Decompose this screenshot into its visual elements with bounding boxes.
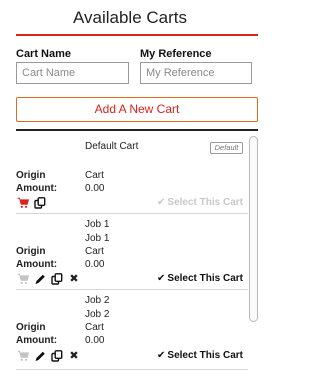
check-icon: ✔ xyxy=(157,350,166,361)
cart-divider xyxy=(16,369,248,370)
cart-actions xyxy=(17,197,46,209)
my-reference-label: My Reference xyxy=(140,48,212,60)
select-cart-label: Select This Cart xyxy=(167,273,243,284)
delete-icon[interactable]: ✖ xyxy=(68,350,80,362)
cart-actions: ✖ xyxy=(17,350,80,362)
cart-list[interactable]: Default Cart Default Origin Cart Amount:… xyxy=(16,131,248,377)
cart-name: Default Cart xyxy=(85,141,139,152)
cart-row-job-1: Job 1 Job 1 Origin Cart Amount: 0.00 ✖ ✔… xyxy=(16,214,248,290)
cart-row-job-2: Job 2 Job 2 Origin Cart Amount: 0.00 ✖ ✔… xyxy=(16,290,248,370)
amount-label: Amount: xyxy=(16,259,58,270)
copy-icon[interactable] xyxy=(51,350,63,362)
cart-row-default: Default Cart Default Origin Cart Amount:… xyxy=(16,131,248,215)
amount-value: 0.00 xyxy=(85,259,105,270)
cart-icon xyxy=(17,350,29,362)
copy-icon[interactable] xyxy=(34,197,46,209)
pencil-icon[interactable] xyxy=(34,350,46,362)
origin-label: Origin xyxy=(16,246,46,257)
add-new-cart-button[interactable]: Add A New Cart xyxy=(16,97,258,122)
default-badge: Default xyxy=(210,142,243,154)
amount-value: 0.00 xyxy=(85,183,105,194)
cart-reference: Job 1 xyxy=(85,233,110,244)
cart-reference: Job 2 xyxy=(85,309,110,320)
title-divider xyxy=(16,34,258,36)
cart-icon[interactable] xyxy=(17,197,29,209)
origin-value: Cart xyxy=(85,322,104,333)
origin-value: Cart xyxy=(85,246,104,257)
amount-label: Amount: xyxy=(16,335,58,346)
scrollbar[interactable] xyxy=(249,136,258,322)
copy-icon[interactable] xyxy=(51,273,63,285)
cart-name-input[interactable] xyxy=(16,62,129,84)
my-reference-input[interactable] xyxy=(140,62,252,84)
check-icon: ✔ xyxy=(157,273,166,284)
select-cart-label: Select This Cart xyxy=(167,350,243,361)
cart-name-label: Cart Name xyxy=(16,48,72,60)
origin-label: Origin xyxy=(16,170,46,181)
select-cart-button: ✔ Select This Cart xyxy=(157,197,243,209)
select-cart-button[interactable]: ✔ Select This Cart xyxy=(157,350,243,362)
origin-value: Cart xyxy=(85,170,104,181)
cart-actions: ✖ xyxy=(17,273,80,285)
page-title: Available Carts xyxy=(72,8,188,27)
cart-name: Job 1 xyxy=(85,219,110,230)
origin-label: Origin xyxy=(16,322,46,333)
select-cart-label: Select This Cart xyxy=(167,197,243,208)
cart-name: Job 2 xyxy=(85,295,110,306)
cart-icon xyxy=(17,273,29,285)
check-icon: ✔ xyxy=(157,197,166,208)
select-cart-button[interactable]: ✔ Select This Cart xyxy=(157,273,243,285)
amount-value: 0.00 xyxy=(85,335,105,346)
pencil-icon[interactable] xyxy=(34,273,46,285)
delete-icon[interactable]: ✖ xyxy=(68,273,80,285)
amount-label: Amount: xyxy=(16,183,58,194)
